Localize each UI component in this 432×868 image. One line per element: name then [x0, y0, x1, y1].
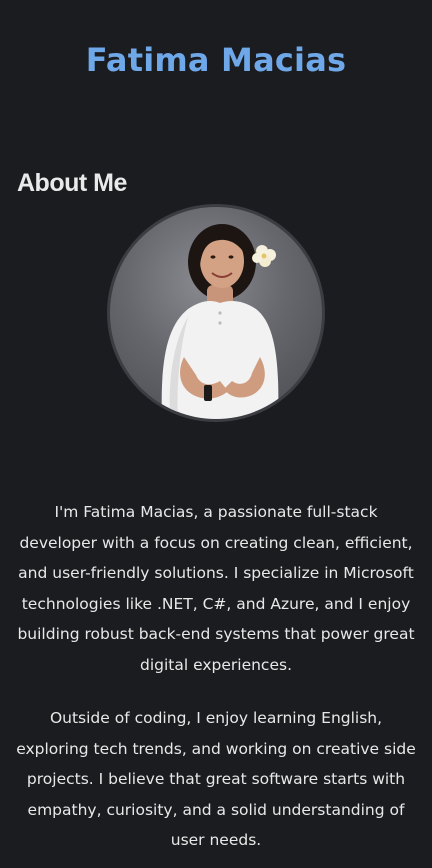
page-title: Fatima Macias [85, 41, 347, 80]
about-section-title: About Me [17, 168, 127, 197]
profile-photo [107, 204, 325, 422]
about-paragraph-hobbies: Outside of coding, I enjoy learning Engl… [16, 709, 416, 849]
about-paragraph-intro: I'm Fatima Macias, a passionate full-sta… [17, 503, 415, 674]
